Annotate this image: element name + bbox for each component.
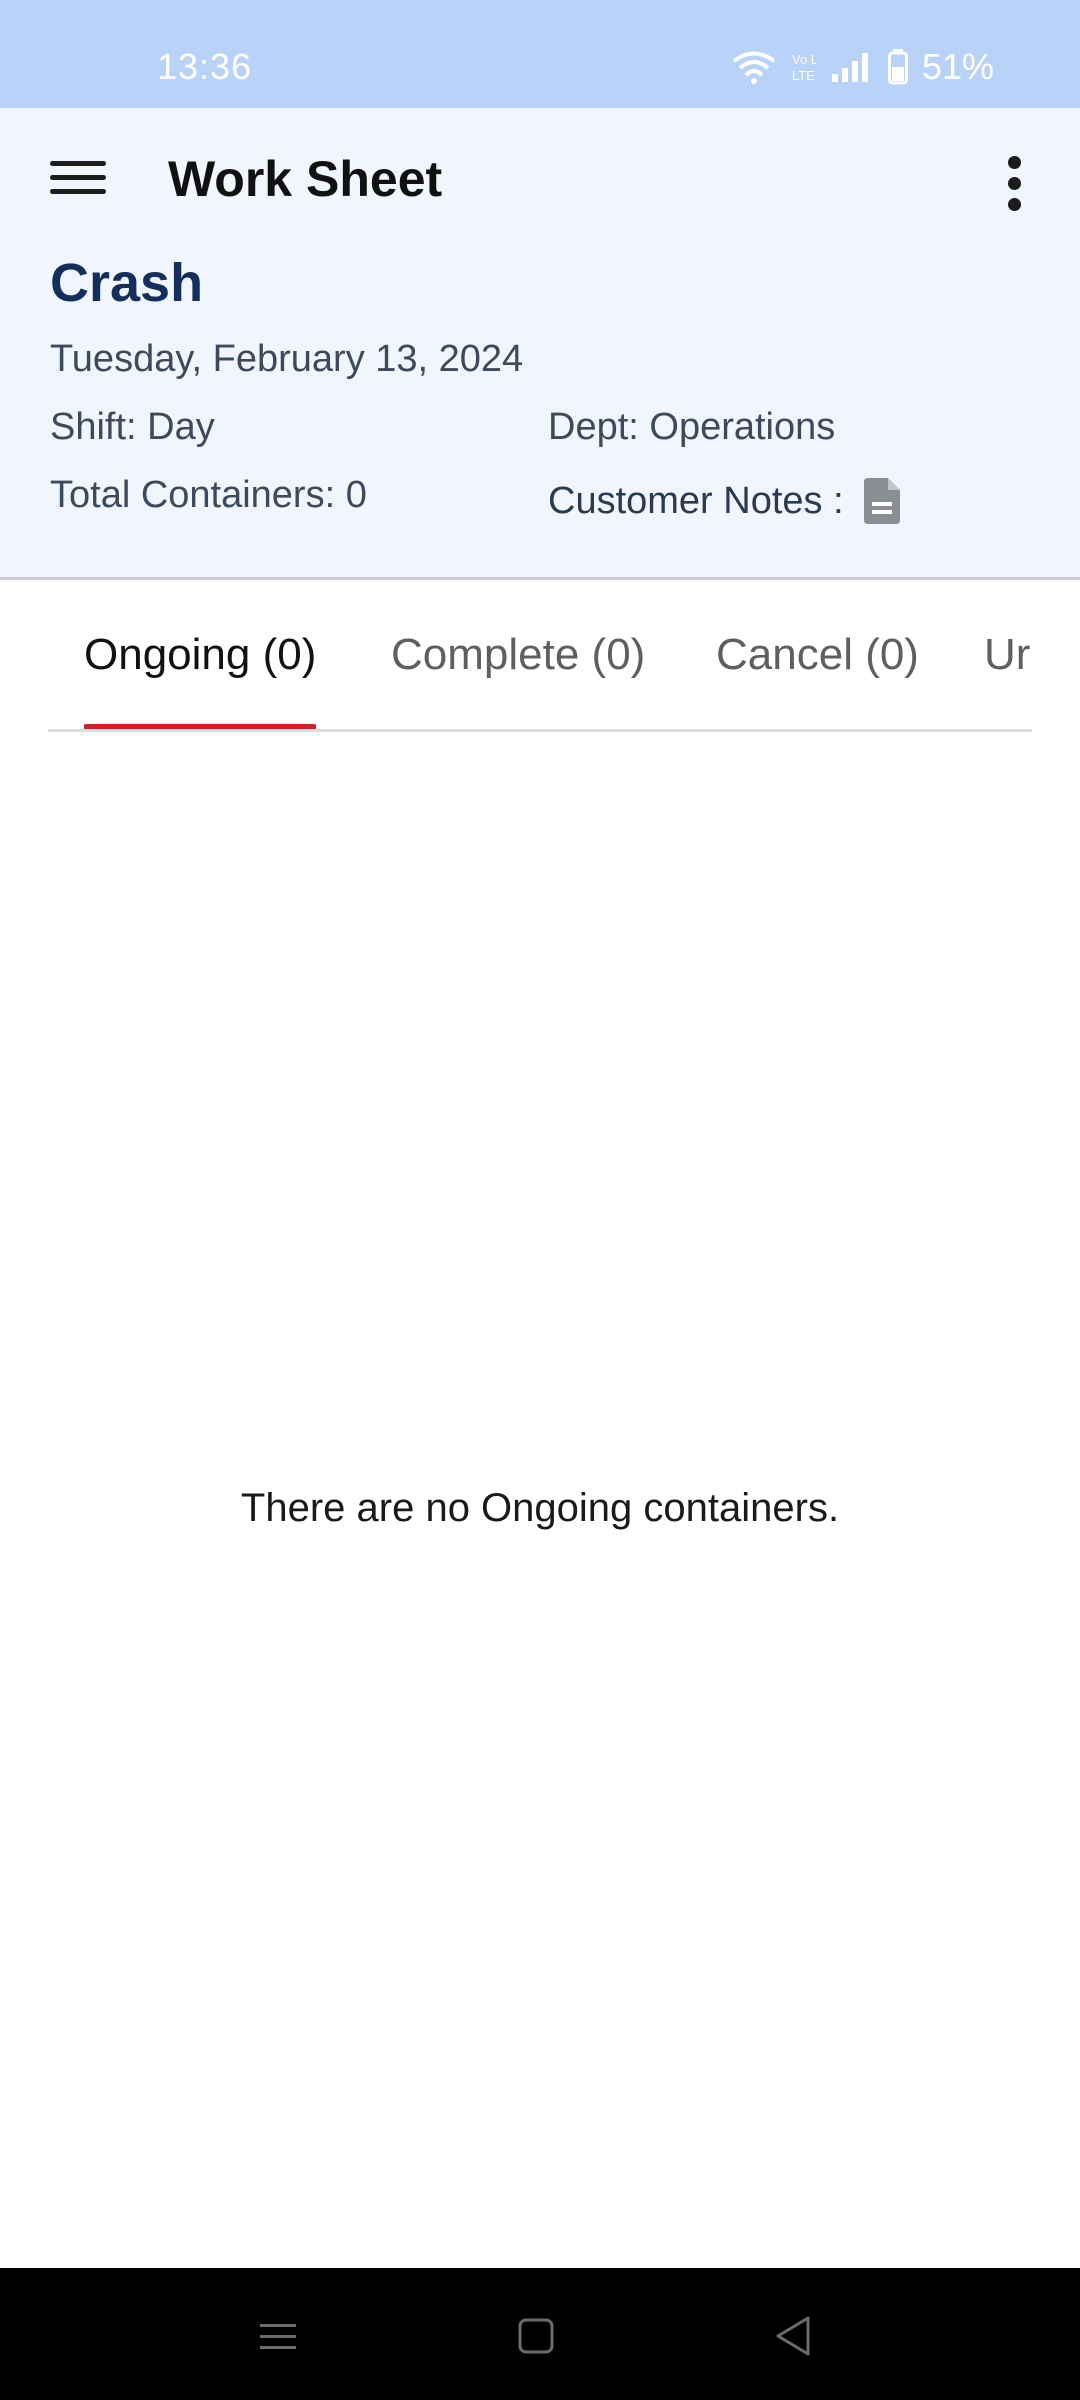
wifi-icon — [732, 51, 776, 84]
more-vert-icon[interactable] — [994, 150, 1034, 220]
svg-text:LTE: LTE — [792, 68, 815, 83]
tab-ongoing[interactable]: Ongoing (0) — [84, 630, 317, 729]
status-bar: 13:36 Vo LTE LTE 51% — [0, 0, 1080, 108]
customer-notes-label: Customer Notes : — [548, 479, 844, 522]
customer-notes-button[interactable]: Customer Notes : — [548, 478, 900, 524]
signal-icon — [831, 53, 868, 82]
tab-partial[interactable]: Ur — [984, 630, 1030, 729]
volte-icon: Vo LTE LTE — [792, 52, 816, 83]
status-time: 13:36 — [157, 46, 253, 87]
home-icon[interactable] — [506, 2308, 566, 2364]
empty-state-message: There are no Ongoing containers. — [240, 1486, 840, 1530]
app-title: Work Sheet — [168, 151, 443, 207]
tab-complete[interactable]: Complete (0) — [391, 630, 645, 729]
tab-cancel[interactable]: Cancel (0) — [716, 630, 919, 729]
hamburger-menu-icon[interactable] — [50, 152, 116, 218]
recents-icon[interactable] — [248, 2308, 308, 2364]
sheet-name: Crash — [50, 253, 204, 313]
total-containers-label: Total Containers: 0 — [50, 474, 367, 516]
status-tabs: Ongoing (0) Complete (0) Cancel (0) Ur — [48, 590, 1032, 732]
dept-label: Dept: Operations — [548, 406, 836, 448]
battery-icon — [887, 49, 908, 85]
svg-text:Vo LTE: Vo LTE — [792, 52, 816, 67]
document-icon[interactable] — [863, 478, 900, 524]
status-icons: Vo LTE LTE 51% — [732, 46, 994, 88]
system-nav-bar — [0, 2268, 1080, 2400]
back-icon[interactable] — [764, 2308, 824, 2364]
worksheet-header: Work Sheet Crash Tuesday, February 13, 2… — [0, 108, 1080, 580]
sheet-date: Tuesday, February 13, 2024 — [50, 338, 524, 380]
battery-percent: 51% — [921, 46, 994, 87]
shift-label: Shift: Day — [50, 406, 215, 448]
